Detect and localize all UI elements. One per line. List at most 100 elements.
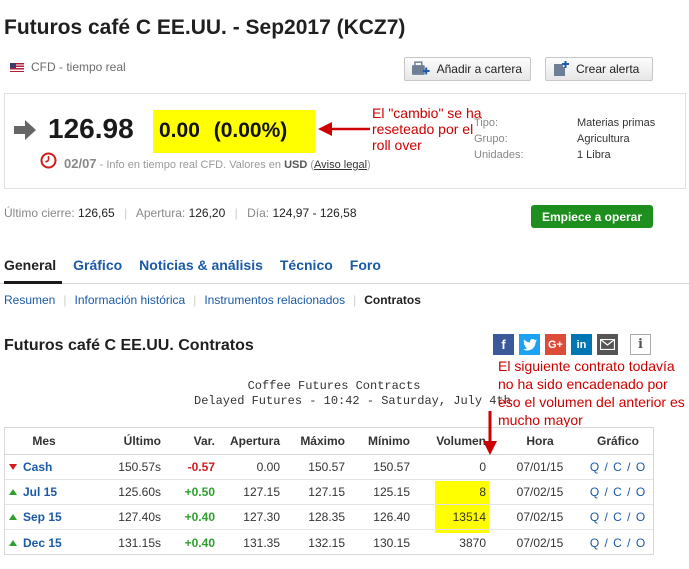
feed-status: Delayed Futures - 10:42 - Saturday, xyxy=(194,394,447,408)
table-header: Mes Último Var. Apertura Máximo Mínimo V… xyxy=(5,428,653,455)
google-plus-share-icon[interactable]: G+ xyxy=(545,334,566,355)
chart-links[interactable]: Q / C / O xyxy=(585,480,651,504)
cell-ultimo: 125.60s xyxy=(118,485,161,499)
contracts-table: Mes Último Var. Apertura Máximo Mínimo V… xyxy=(4,427,654,555)
tab-forum[interactable]: Foro xyxy=(350,257,381,273)
change-value: 0.00 xyxy=(159,119,200,142)
cell-minimo: 150.57 xyxy=(373,460,410,474)
subnav-contracts[interactable]: Contratos xyxy=(364,293,421,307)
quote-currency: USD xyxy=(284,159,308,171)
main-tabs: General Gráfico Noticias & análisis Técn… xyxy=(4,257,398,273)
portfolio-add-icon xyxy=(411,61,430,75)
price-change: 0.00 (0.00%) xyxy=(159,119,287,143)
cell-volumen: 0 xyxy=(479,460,486,474)
cell-var: +0.40 xyxy=(184,510,215,524)
info-icon[interactable]: i xyxy=(630,334,651,355)
chart-links[interactable]: Q / C / O xyxy=(585,505,651,529)
linkedin-share-icon[interactable]: in xyxy=(571,334,592,355)
contract-month-link[interactable]: Jul 15 xyxy=(23,485,57,499)
session-stats: Último cierre: 126,65 | Apertura: 126,20… xyxy=(4,206,357,220)
cell-minimo: 125.15 xyxy=(373,485,410,499)
col-volumen[interactable]: Volumen xyxy=(415,428,486,454)
open-label: Apertura: xyxy=(135,206,186,220)
active-tab-indicator xyxy=(4,281,62,284)
cell-minimo: 130.15 xyxy=(373,535,410,550)
contracts-feed-header: Coffee Futures Contracts Delayed Futures… xyxy=(194,379,511,409)
cell-apertura: 131.35 xyxy=(243,535,280,550)
chart-links[interactable]: Q / C / O xyxy=(585,455,651,479)
cell-var: +0.40 xyxy=(184,535,215,550)
tab-technical[interactable]: Técnico xyxy=(280,257,333,273)
mail-share-icon[interactable] xyxy=(597,334,618,355)
col-mes[interactable]: Mes xyxy=(9,428,79,454)
col-ultimo[interactable]: Último xyxy=(95,428,161,454)
cell-apertura: 0.00 xyxy=(256,460,280,474)
cell-hora: 07/02/15 xyxy=(516,485,564,499)
cell-maximo: 127.15 xyxy=(308,485,345,499)
quote-info-line: 02/07 - Info en tiempo real CFD. Valores… xyxy=(64,156,371,171)
cell-hora: 07/01/15 xyxy=(516,460,564,474)
alert-add-icon xyxy=(554,61,569,76)
arrow-right-icon xyxy=(14,120,36,140)
col-maximo[interactable]: Máximo xyxy=(285,428,345,454)
tab-news[interactable]: Noticias & análisis xyxy=(139,257,263,273)
annotation-arrow-down-icon xyxy=(483,411,497,455)
create-alert-label: Crear alerta xyxy=(576,62,640,76)
disclaimer-link[interactable]: Aviso legal xyxy=(314,159,367,171)
info-value: 1 Libra xyxy=(577,149,611,161)
table-row: Jul 15 125.60s +0.50 127.15 127.15 125.1… xyxy=(5,480,653,505)
instrument-info: Tipo: Materias primas Grupo: Agricultura… xyxy=(474,115,655,163)
start-trading-button[interactable]: Empiece a operar xyxy=(531,205,653,228)
cell-ultimo: 131.15s xyxy=(118,535,161,550)
quote-info-text: - Info en tiempo real CFD. Valores en xyxy=(99,159,281,171)
info-row-group: Grupo: Agricultura xyxy=(474,131,655,147)
create-alert-button[interactable]: Crear alerta xyxy=(545,57,653,81)
cell-volumen: 3870 xyxy=(459,535,486,550)
tabs-divider xyxy=(0,283,689,284)
roll-over-note: El "cambio" se ha reseteado por el roll … xyxy=(372,105,482,153)
tab-general[interactable]: General xyxy=(4,257,56,273)
prev-close-label: Último cierre: xyxy=(4,206,75,220)
subnav-summary[interactable]: Resumen xyxy=(4,293,55,307)
subnav-history[interactable]: Información histórica xyxy=(74,293,185,307)
info-row-type: Tipo: Materias primas xyxy=(474,115,655,131)
subnav-related[interactable]: Instrumentos relacionados xyxy=(204,293,345,307)
paren-close: ) xyxy=(367,159,371,171)
cell-volumen: 8 xyxy=(479,485,486,499)
feed-title: Coffee Futures Contracts xyxy=(247,379,421,393)
col-grafico[interactable]: Gráfico xyxy=(585,428,651,454)
contract-month-link[interactable]: Cash xyxy=(23,460,52,474)
cell-apertura: 127.15 xyxy=(243,485,280,499)
info-key: Grupo: xyxy=(474,133,508,145)
facebook-share-icon[interactable]: f xyxy=(493,334,514,355)
col-apertura[interactable]: Apertura xyxy=(220,428,280,454)
col-var[interactable]: Var. xyxy=(165,428,215,454)
annotation-arrow-left-icon xyxy=(318,122,370,136)
add-to-portfolio-button[interactable]: Añadir a cartera xyxy=(404,57,531,81)
cell-apertura: 127.30 xyxy=(243,510,280,524)
arrow-up-icon xyxy=(9,539,17,546)
cell-maximo: 132.15 xyxy=(308,535,345,550)
contract-month-link[interactable]: Dec 15 xyxy=(23,536,62,550)
chart-links[interactable]: Q / C / O xyxy=(585,530,651,555)
col-hora[interactable]: Hora xyxy=(505,428,575,454)
table-row: Cash 150.57s -0.57 0.00 150.57 150.57 0 … xyxy=(5,455,653,480)
quote-time: 02/07 xyxy=(64,156,97,171)
contract-month-link[interactable]: Sep 15 xyxy=(23,510,62,524)
last-price: 126.98 xyxy=(48,113,134,144)
cell-ultimo: 150.57s xyxy=(118,460,161,474)
twitter-share-icon[interactable] xyxy=(519,334,540,355)
day-range-label: Día: xyxy=(247,206,270,220)
change-percent: (0.00%) xyxy=(213,119,288,142)
cell-maximo: 150.57 xyxy=(308,460,345,474)
volume-note: El siguiente contrato todavía no ha sido… xyxy=(498,358,685,428)
info-key: Unidades: xyxy=(474,149,524,161)
sub-navigation: Resumen | Información histórica | Instrume… xyxy=(4,293,421,307)
arrow-up-icon xyxy=(9,514,17,520)
contracts-title: Futuros café C EE.UU. Contratos xyxy=(4,337,254,354)
add-to-portfolio-label: Añadir a cartera xyxy=(436,62,522,76)
cell-hora: 07/02/15 xyxy=(516,535,564,550)
tab-chart[interactable]: Gráfico xyxy=(73,257,122,273)
col-minimo[interactable]: Mínimo xyxy=(350,428,410,454)
prev-close-value: 126,65 xyxy=(78,206,115,220)
